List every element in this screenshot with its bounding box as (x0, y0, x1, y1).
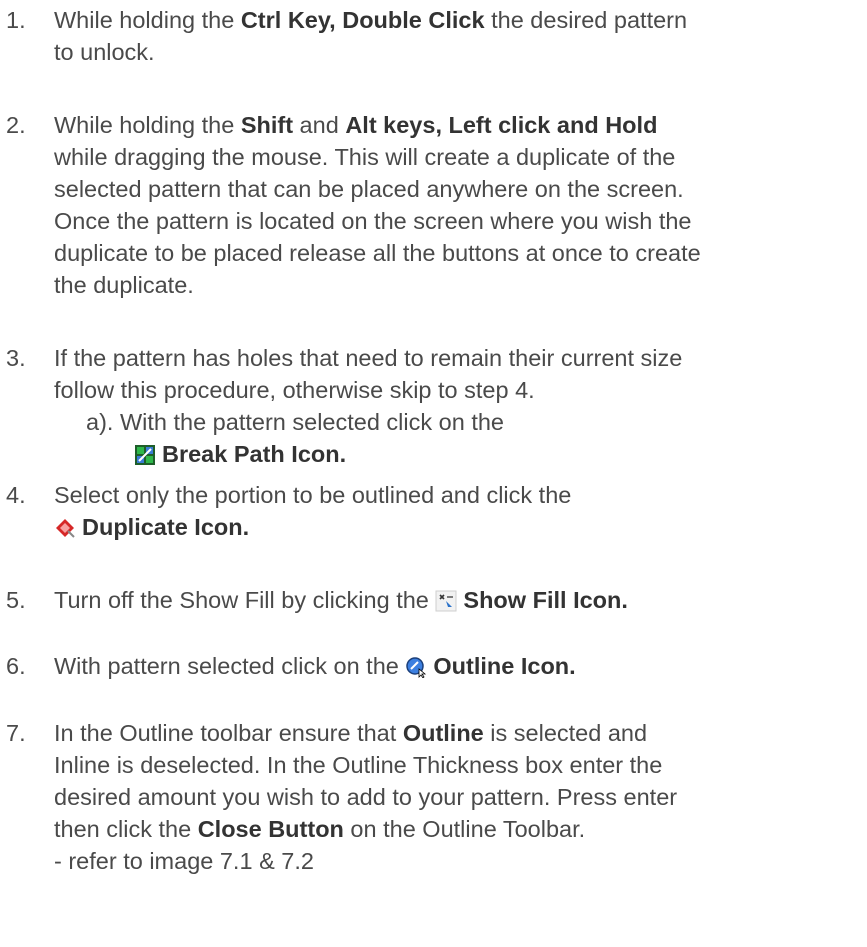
step-number: 5. (6, 587, 26, 613)
text: and (293, 112, 346, 138)
step-number: 6. (6, 653, 26, 679)
step-text: If the pattern has holes that need to re… (54, 342, 854, 470)
text: Turn off the Show Fill by clicking the (54, 587, 436, 613)
text: the desired pattern (484, 7, 688, 33)
text: In the Outline toolbar ensure that (54, 720, 403, 746)
text: to unlock. (54, 39, 155, 65)
step-text: While holding the Shift and Alt keys, Le… (54, 109, 854, 301)
text: While holding the (54, 112, 241, 138)
bold-text: Alt keys, Left click and Hold (345, 112, 658, 138)
step-text: Turn off the Show Fill by clicking the S… (54, 584, 854, 616)
text: If the pattern has holes that need to re… (54, 345, 683, 371)
duplicate-icon (54, 517, 76, 539)
text: duplicate to be placed release all the b… (54, 240, 701, 266)
step-number: 1. (6, 7, 26, 33)
bold-text: Shift (240, 112, 294, 138)
bold-text: Break Path Icon. (162, 441, 347, 467)
bold-text: Outline (402, 720, 484, 746)
text: the duplicate. (54, 272, 194, 298)
step-text: Select only the portion to be outlined a… (54, 479, 854, 543)
text: on the Outline Toolbar. (343, 816, 586, 842)
text: a). With the pattern selected click on t… (86, 409, 504, 435)
text: With pattern selected click on the (54, 653, 406, 679)
break-path-icon (134, 444, 156, 466)
instruction-document: 1. While holding the Ctrl Key, Double Cl… (0, 0, 867, 947)
text: Select only the portion to be outlined a… (54, 482, 572, 508)
text: is selected and (483, 720, 648, 746)
text: follow this procedure, otherwise skip to… (54, 377, 535, 403)
text: then click the (54, 816, 198, 842)
step-text: While holding the Ctrl Key, Double Click… (54, 4, 854, 68)
bold-text: Show Fill Icon. (463, 587, 628, 613)
step-number: 4. (6, 482, 26, 508)
text: Inline is deselected. In the Outline Thi… (54, 752, 663, 778)
bold-text: Close Button (197, 816, 344, 842)
show-fill-icon (435, 590, 457, 612)
step-text: In the Outline toolbar ensure that Outli… (54, 717, 854, 877)
step-number: 3. (6, 345, 26, 371)
step-number: 7. (6, 720, 26, 746)
text: desired amount you wish to add to your p… (54, 784, 678, 810)
text: Once the pattern is located on the scree… (54, 208, 692, 234)
outline-icon (405, 656, 427, 678)
text: - refer to image 7.1 & 7.2 (54, 848, 314, 874)
text: While holding the (54, 7, 241, 33)
bold-text: Duplicate Icon. (82, 514, 250, 540)
text: while dragging the mouse. This will crea… (54, 144, 676, 170)
bold-text: Ctrl Key, Double Click (240, 7, 485, 33)
step-text: With pattern selected click on the Outli… (54, 650, 854, 682)
bold-text: Outline Icon. (433, 653, 576, 679)
step-number: 2. (6, 112, 26, 138)
text: selected pattern that can be placed anyw… (54, 176, 684, 202)
